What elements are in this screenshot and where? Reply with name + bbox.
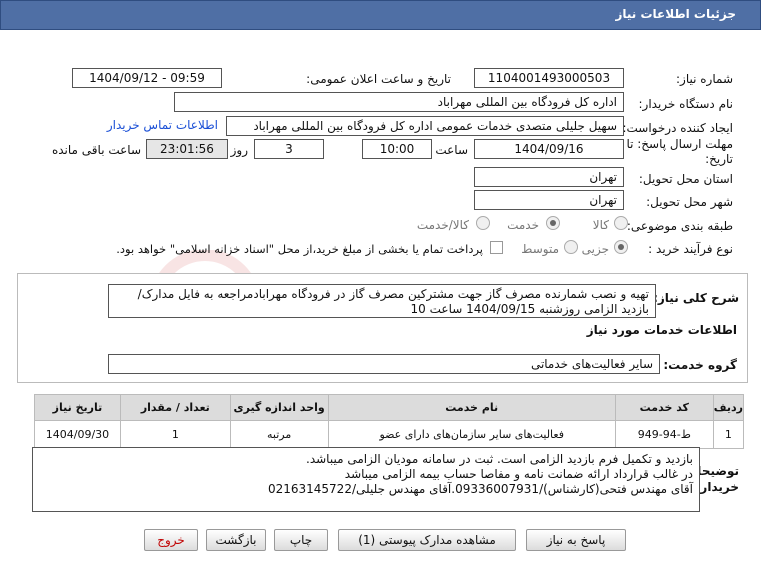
- city-label: شهر محل تحویل:: [646, 195, 733, 209]
- buyer-note-line: آقای مهندس فتحی(کارشناس)/09336007931.آقا…: [267, 482, 693, 496]
- col-header-unit: واحد اندازه گیری: [229, 394, 329, 421]
- buyer-org-field: اداره کل فرودگاه بین المللی مهراباد: [174, 92, 624, 112]
- view-attachments-button[interactable]: مشاهده مدارک پیوستی (1): [338, 529, 516, 551]
- remaining-time-field: 23:01:56: [146, 139, 228, 159]
- deadline-label: مهلت ارسال پاسخ: تا: [626, 137, 733, 151]
- category-goods-radio[interactable]: [614, 216, 628, 230]
- page-title: جزئیات اطلاعات نیاز: [615, 7, 736, 21]
- category-goods-label: کالا: [592, 218, 609, 232]
- cell-code: ط-94-949: [614, 420, 714, 449]
- province-field: تهران: [474, 167, 624, 187]
- category-service-label: خدمت: [507, 218, 539, 232]
- col-header-name: نام خدمت: [327, 394, 616, 421]
- service-group-field: سایر فعالیت‌های خدماتی: [108, 354, 660, 374]
- process-minor-radio[interactable]: [614, 240, 628, 254]
- service-group-label: گروه خدمت:: [663, 358, 737, 372]
- category-service-radio[interactable]: [546, 216, 560, 230]
- cell-unit: مرتبه: [229, 420, 329, 449]
- announce-date-label: تاریخ و ساعت اعلان عمومی:: [306, 72, 451, 86]
- treasury-payment-checkbox[interactable]: [490, 241, 503, 254]
- buyer-note-line: در غالب قرارداد ارائه ضمانت نامه و مفاصا…: [344, 467, 693, 481]
- deadline-time-label: ساعت: [435, 143, 468, 157]
- reply-button[interactable]: پاسخ به نیاز: [526, 529, 626, 551]
- need-number-field: 1104001493000503: [474, 68, 624, 88]
- cell-date: 1404/09/30: [34, 420, 121, 449]
- deadline-label-date: تاریخ:: [705, 152, 733, 166]
- cell-qty: 1: [119, 420, 231, 449]
- buyer-note-line: بازدید و تکمیل فرم بازدید الزامی است. ثب…: [306, 452, 693, 466]
- remaining-time-label: ساعت باقی مانده: [51, 143, 141, 157]
- col-header-row: ردیف: [712, 394, 745, 421]
- col-header-date: تاریخ نیاز: [34, 394, 121, 421]
- process-medium-label: متوسط: [521, 242, 559, 256]
- days-remaining-field: 3: [254, 139, 324, 159]
- buyer-notes-label-2: خریدار:: [695, 480, 739, 494]
- page-header: جزئیات اطلاعات نیاز: [0, 0, 761, 30]
- deadline-time-field: 10:00: [362, 139, 432, 159]
- cell-name: فعالیت‌های سایر سازمان‌های دارای عضو: [327, 420, 616, 449]
- category-goods-service-label: کالا/خدمت: [416, 218, 469, 232]
- process-minor-label: جزیی: [581, 242, 609, 256]
- print-button[interactable]: چاپ: [274, 529, 328, 551]
- deadline-date-field: 1404/09/16: [474, 139, 624, 159]
- col-header-code: کد خدمت: [614, 394, 714, 421]
- buyer-org-label: نام دستگاه خریدار:: [638, 97, 734, 111]
- process-type-label: نوع فرآیند خرید :: [648, 242, 733, 256]
- creator-label: ایجاد کننده درخواست:: [622, 121, 733, 135]
- exit-button[interactable]: خروج: [144, 529, 198, 551]
- cell-row: 1: [712, 420, 745, 449]
- description-label: شرح کلی نیاز:: [653, 291, 739, 305]
- table-row: 1404/09/30 1 مرتبه فعالیت‌های سایر سازما…: [34, 420, 745, 449]
- services-table: تاریخ نیاز تعداد / مقدار واحد اندازه گیر…: [34, 394, 745, 449]
- services-section-title: اطلاعات خدمات مورد نیاز: [586, 323, 737, 337]
- buyer-contact-link[interactable]: اطلاعات تماس خریدار: [107, 118, 218, 132]
- col-header-qty: تعداد / مقدار: [119, 394, 231, 421]
- province-label: استان محل تحویل:: [638, 172, 733, 186]
- city-field: تهران: [474, 190, 624, 210]
- back-button[interactable]: بازگشت: [206, 529, 266, 551]
- creator-field: سهیل جلیلی متصدی خدمات عمومی اداره کل فر…: [226, 116, 624, 136]
- category-goods-service-radio[interactable]: [476, 216, 490, 230]
- category-label: طبقه بندی موضوعی:: [626, 219, 733, 233]
- treasury-payment-note: پرداخت تمام یا بخشی از مبلغ خرید،از محل …: [116, 242, 483, 256]
- table-header-row: تاریخ نیاز تعداد / مقدار واحد اندازه گیر…: [34, 394, 745, 421]
- buyer-notes-field: بازدید و تکمیل فرم بازدید الزامی است. ثب…: [32, 447, 700, 512]
- announce-date-field: 1404/09/12 - 09:59: [72, 68, 222, 88]
- description-field: تهیه و نصب شمارنده مصرف گاز جهت مشترکین …: [108, 284, 656, 318]
- process-medium-radio[interactable]: [564, 240, 578, 254]
- need-number-label: شماره نیاز:: [676, 72, 733, 86]
